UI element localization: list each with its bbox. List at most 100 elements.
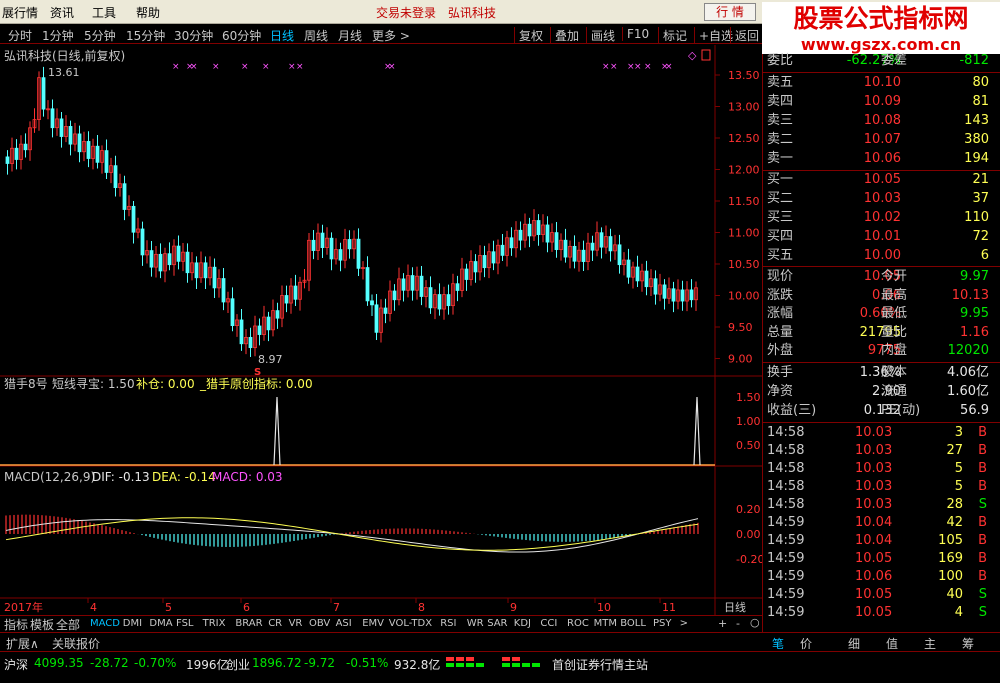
price-axis-tick: 13.00 [728, 101, 760, 114]
x-axis-month: 11 [662, 601, 676, 614]
signal-marker-icon: × [644, 62, 652, 72]
reset-icon[interactable]: ○ [750, 616, 760, 629]
period-tab-timeshare[interactable]: 分时 [8, 27, 32, 44]
ask-row: 卖二 10.07 380 [767, 132, 989, 147]
indicator-tab[interactable]: EMV [362, 618, 384, 629]
high-price-label: 13.61 [48, 66, 80, 79]
zoom-out-icon[interactable]: - [736, 617, 740, 630]
price-axis-tick: 12.00 [728, 164, 760, 177]
x-axis-month: 4 [90, 601, 97, 614]
period-tab-5min[interactable]: 5分钟 [84, 27, 116, 44]
candle-body [491, 251, 496, 264]
candle-body [347, 239, 352, 250]
tab-price[interactable]: 价 [800, 635, 812, 652]
indicator-tab[interactable]: VR [289, 618, 303, 629]
candle-body [446, 294, 451, 307]
indicator-tab[interactable]: RSI [440, 618, 456, 629]
menu-item-tools[interactable]: 工具 [92, 4, 116, 21]
login-status[interactable]: 交易未登录 [376, 4, 436, 21]
sh-index-amount: 1996亿 [186, 658, 229, 672]
status-bar: 沪深 4099.35 -28.72 -0.70% 1996亿 创业 1896.7… [0, 651, 1000, 683]
period-tab-daily[interactable]: 日线 [270, 27, 294, 44]
candle-body [311, 239, 316, 251]
window-toggle-icon[interactable] [701, 49, 711, 61]
candle-body [626, 259, 631, 278]
candle-body [176, 245, 181, 262]
indicator1-name: 猎手8号 [4, 377, 48, 391]
indicator-tab[interactable]: OBV [309, 618, 330, 629]
macd-axis-tick: -0.20 [736, 553, 762, 566]
menu-item-market[interactable]: 展行情 [2, 4, 38, 21]
add-watchlist-button[interactable]: +自选 [694, 27, 733, 44]
tab-detail[interactable]: 细 [848, 635, 860, 652]
indicator-tab[interactable]: DMA [149, 618, 172, 629]
indicator-tab[interactable]: PSY [653, 618, 672, 629]
restore-rights-button[interactable]: 复权 [514, 27, 543, 44]
menu-item-news[interactable]: 资讯 [50, 4, 74, 21]
indicator-tab[interactable]: SAR [487, 618, 507, 629]
f10-button[interactable]: F10 [622, 27, 649, 41]
indicator-tab[interactable]: 指标 [4, 616, 28, 633]
indicator-tab[interactable]: ROC [567, 618, 589, 629]
zoom-in-icon[interactable]: + [718, 617, 727, 630]
period-tab-monthly[interactable]: 月线 [338, 27, 362, 44]
tick-row: 14:58 10.03 5 B [767, 479, 987, 494]
tick-row: 14:58 10.03 3 B [767, 425, 987, 440]
candle-body [59, 118, 64, 137]
indicator-tab[interactable]: BOLL [620, 618, 646, 629]
bid-row: 买二 10.03 37 [767, 191, 989, 206]
period-tab-30min[interactable]: 30分钟 [174, 27, 213, 44]
period-tab-60min[interactable]: 60分钟 [222, 27, 261, 44]
related-quotes-tab[interactable]: 关联报价 [52, 635, 100, 652]
indicator-tab[interactable]: DMI [123, 618, 142, 629]
macd-value: MACD: 0.03 [212, 470, 283, 484]
menu-item-help[interactable]: 帮助 [136, 4, 160, 21]
signal-marker-icon: × [190, 62, 198, 72]
indicator-tab[interactable]: WR [467, 618, 484, 629]
indicator-tab[interactable]: TRIX [203, 618, 226, 629]
indicator-tab[interactable]: > [680, 618, 688, 629]
overlay-button[interactable]: 叠加 [550, 27, 579, 44]
stat-row: 涨幅 0.60% 最低 9.95 [767, 306, 989, 321]
indicator-tab[interactable]: MACD [90, 618, 120, 629]
candle-body [608, 236, 613, 252]
candle-body [509, 237, 514, 249]
candle-body [662, 284, 667, 299]
period-tab-1min[interactable]: 1分钟 [42, 27, 74, 44]
indicator-tab[interactable]: ASI [336, 618, 352, 629]
indicator-tab[interactable]: MTM [594, 618, 617, 629]
indicator-tab[interactable]: FSL [176, 618, 194, 629]
indicator-tab[interactable]: 模板 [30, 616, 54, 633]
candle-body [482, 255, 487, 269]
indicator-tab[interactable]: CR [268, 618, 282, 629]
sh-index-change: -28.72 [90, 656, 129, 670]
indicator1-add-position: 补仓: 0.00 [136, 377, 195, 391]
indicator-tab[interactable]: CCI [540, 618, 557, 629]
draw-line-button[interactable]: 画线 [586, 27, 615, 44]
candle-body [518, 229, 523, 241]
expand-tab[interactable]: 扩展∧ [6, 635, 39, 652]
indicator1-axis-tick: 1.00 [736, 415, 761, 428]
tab-main[interactable]: 主 [924, 635, 936, 652]
indicator-tab[interactable]: BRAR [235, 618, 262, 629]
candle-body [554, 232, 559, 250]
period-tab-more[interactable]: 更多 > [372, 27, 410, 44]
tab-chips[interactable]: 筹 [962, 635, 974, 652]
cy-index-value: 1896.72 [252, 656, 302, 670]
price-axis-tick: 11.50 [728, 195, 760, 208]
x-axis-period: 日线 [724, 600, 746, 614]
quote-button[interactable]: 行 情 [704, 3, 756, 21]
kline-chart-area[interactable]: 弘讯科技(日线,前复权) ◇ 13.50 13.00 12.50 12.00 11.50… [0, 45, 764, 615]
indicator-tab[interactable]: KDJ [514, 618, 531, 629]
indicator-tab[interactable]: VOL-TDX [389, 618, 432, 629]
tab-ticks[interactable]: 笔 [772, 635, 784, 652]
order-ratio-row: 委比 -62.27% 委差 -812 [767, 53, 989, 68]
candle-body [473, 261, 478, 273]
back-button[interactable]: 返回 [730, 27, 759, 44]
period-tab-weekly[interactable]: 周线 [304, 27, 328, 44]
indicator-tab[interactable]: 全部 [56, 616, 80, 633]
period-tab-15min[interactable]: 15分钟 [126, 27, 165, 44]
mark-button[interactable]: 标记 [658, 27, 687, 44]
kline-chart-svg[interactable]: 弘讯科技(日线,前复权) ◇ 13.50 13.00 12.50 12.00 11.50… [0, 45, 764, 615]
tab-value[interactable]: 值 [886, 635, 898, 652]
